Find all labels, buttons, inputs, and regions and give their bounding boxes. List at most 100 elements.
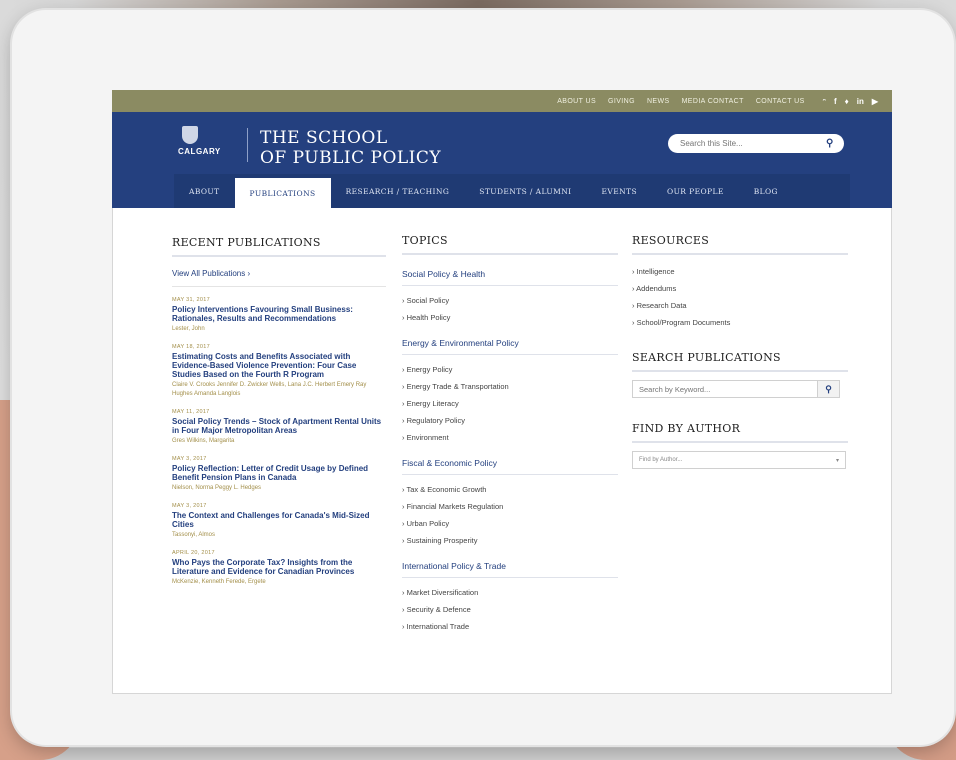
author-select[interactable]: Find by Author... ▾ — [632, 451, 846, 469]
logo-divider — [247, 128, 248, 162]
topic-link[interactable]: › Market Diversification — [402, 584, 618, 601]
publication-date: MAY 3, 2017 — [172, 456, 207, 462]
publication-date: APRIL 20, 2017 — [172, 550, 215, 556]
topic-link[interactable]: › Energy Literacy — [402, 395, 618, 412]
publication-date: MAY 18, 2017 — [172, 344, 210, 350]
publication-date: MAY 3, 2017 — [172, 503, 207, 509]
utility-bar: ABOUT US GIVING NEWS MEDIA CONTACT CONTA… — [112, 90, 892, 112]
resources-list: › Intelligence › Addendums › Research Da… — [632, 263, 848, 331]
resource-link[interactable]: › Research Data — [632, 297, 848, 314]
topic-heading-energy[interactable]: Energy & Environmental Policy — [402, 332, 618, 355]
nav-about[interactable]: ABOUT — [174, 174, 235, 208]
topic-link[interactable]: › Financial Markets Regulation — [402, 498, 618, 515]
nav-research-teaching[interactable]: RESEARCH / TEACHING — [331, 174, 465, 208]
recent-publications-title: RECENT PUBLICATIONS — [172, 208, 386, 257]
topic-link[interactable]: › Urban Policy — [402, 515, 618, 532]
search-publications-title: SEARCH PUBLICATIONS — [632, 341, 848, 372]
find-by-author-title: FIND BY AUTHOR — [632, 398, 848, 443]
publication-title[interactable]: Estimating Costs and Benefits Associated… — [172, 352, 386, 379]
author-select-value: Find by Author... — [639, 457, 683, 463]
search-icon[interactable]: ⚲ — [826, 138, 833, 149]
utility-link-contact[interactable]: CONTACT US — [756, 98, 805, 105]
publication-title[interactable]: Social Policy Trends – Stock of Apartmen… — [172, 417, 386, 435]
publication-authors[interactable]: McKenzie, Kenneth Ferede, Ergete — [172, 578, 386, 587]
school-title-line2[interactable]: OF PUBLIC POLICY — [260, 148, 441, 168]
publication-authors[interactable]: Gres Wilkins, Margarita — [172, 437, 386, 446]
publication-title[interactable]: Who Pays the Corporate Tax? Insights fro… — [172, 558, 386, 576]
topic-link[interactable]: › International Trade — [402, 618, 618, 635]
publication-item: MAY 3, 2017 The Context and Challenges f… — [172, 503, 386, 540]
utility-link-media-contact[interactable]: MEDIA CONTACT — [682, 98, 744, 105]
linkedin-icon[interactable]: in — [857, 97, 864, 106]
resource-link[interactable]: › Intelligence — [632, 263, 848, 280]
search-icon: ⚲ — [825, 383, 832, 394]
keyword-search-input[interactable] — [632, 380, 818, 398]
nav-blog[interactable]: BLOG — [739, 174, 793, 208]
publication-title[interactable]: Policy Reflection: Letter of Credit Usag… — [172, 464, 386, 482]
nav-events[interactable]: EVENTS — [587, 174, 652, 208]
publication-item: MAY 3, 2017 Policy Reflection: Letter of… — [172, 456, 386, 493]
social-icons: ᵔ f ♦ in ▶ — [823, 97, 878, 106]
resource-link[interactable]: › School/Program Documents — [632, 314, 848, 331]
topic-list: › Energy Policy › Energy Trade & Transpo… — [402, 361, 618, 446]
resources-title: RESOURCES — [632, 208, 848, 255]
publication-date: MAY 11, 2017 — [172, 409, 210, 415]
topics-column: TOPICS Social Policy & Health › Social P… — [402, 208, 618, 641]
twitter-icon[interactable]: ♦ — [845, 97, 849, 106]
utility-link-giving[interactable]: GIVING — [608, 98, 635, 105]
utility-link-news[interactable]: NEWS — [647, 98, 670, 105]
site-search-input[interactable] — [678, 138, 822, 149]
keyword-search: ⚲ — [632, 380, 848, 398]
tablet-frame: ABOUT US GIVING NEWS MEDIA CONTACT CONTA… — [12, 10, 954, 745]
topics-title: TOPICS — [402, 208, 618, 255]
publication-item: MAY 11, 2017 Social Policy Trends – Stoc… — [172, 409, 386, 446]
publication-authors[interactable]: Nielson, Norma Peggy L. Hedges — [172, 484, 386, 493]
site-header: CALGARY THE SCHOOL OF PUBLIC POLICY ⚲ — [112, 112, 892, 174]
nav-publications[interactable]: PUBLICATIONS — [234, 178, 331, 208]
resource-link[interactable]: › Addendums — [632, 280, 848, 297]
school-title-line1[interactable]: THE SCHOOL — [260, 128, 388, 148]
nav-our-people[interactable]: OUR PEOPLE — [652, 174, 739, 208]
topic-link[interactable]: › Regulatory Policy — [402, 412, 618, 429]
main-nav: ABOUT PUBLICATIONS RESEARCH / TEACHING S… — [112, 174, 892, 208]
utility-link-about[interactable]: ABOUT US — [557, 98, 596, 105]
tablet-screen: ABOUT US GIVING NEWS MEDIA CONTACT CONTA… — [112, 90, 892, 694]
publication-item: MAY 18, 2017 Estimating Costs and Benefi… — [172, 344, 386, 399]
nav-students-alumni[interactable]: STUDENTS / ALUMNI — [464, 174, 586, 208]
nav-bar: ABOUT PUBLICATIONS RESEARCH / TEACHING S… — [174, 174, 850, 208]
publication-title[interactable]: Policy Interventions Favouring Small Bus… — [172, 305, 386, 323]
topic-link[interactable]: › Social Policy — [402, 292, 618, 309]
publication-date: MAY 31, 2017 — [172, 297, 210, 303]
topic-link[interactable]: › Security & Defence — [402, 601, 618, 618]
topic-heading-fiscal[interactable]: Fiscal & Economic Policy — [402, 452, 618, 475]
topic-link[interactable]: › Sustaining Prosperity — [402, 532, 618, 549]
topic-link[interactable]: › Environment — [402, 429, 618, 446]
rss-icon[interactable]: ᵔ — [823, 97, 826, 106]
topic-link[interactable]: › Health Policy — [402, 309, 618, 326]
publication-authors[interactable]: Tassonyi, Almos — [172, 531, 386, 540]
keyword-search-button[interactable]: ⚲ — [818, 380, 840, 398]
topic-list: › Market Diversification › Security & De… — [402, 584, 618, 635]
publication-title[interactable]: The Context and Challenges for Canada's … — [172, 511, 386, 529]
site-search: ⚲ — [668, 134, 844, 153]
publication-authors[interactable]: Lester, John — [172, 325, 386, 334]
topic-heading-international[interactable]: International Policy & Trade — [402, 555, 618, 578]
topic-list: › Social Policy › Health Policy — [402, 292, 618, 326]
recent-publications-column: RECENT PUBLICATIONS View All Publication… — [172, 208, 386, 587]
page-content: RECENT PUBLICATIONS View All Publication… — [112, 208, 892, 694]
topic-link[interactable]: › Energy Trade & Transportation — [402, 378, 618, 395]
chevron-down-icon: ▾ — [835, 457, 839, 464]
crest-icon[interactable] — [182, 126, 198, 144]
topic-heading-social-policy[interactable]: Social Policy & Health — [402, 263, 618, 286]
university-name[interactable]: CALGARY — [178, 147, 221, 156]
topic-link[interactable]: › Tax & Economic Growth — [402, 481, 618, 498]
publication-authors[interactable]: Claire V. Crooks Jennifer D. Zwicker Wel… — [172, 381, 386, 399]
publication-item: APRIL 20, 2017 Who Pays the Corporate Ta… — [172, 550, 386, 587]
view-all-publications-link[interactable]: View All Publications › — [172, 265, 386, 287]
youtube-icon[interactable]: ▶ — [872, 97, 878, 106]
facebook-icon[interactable]: f — [834, 97, 837, 106]
resources-column: RESOURCES › Intelligence › Addendums › R… — [632, 208, 848, 469]
publication-item: MAY 31, 2017 Policy Interventions Favour… — [172, 297, 386, 334]
topic-list: › Tax & Economic Growth › Financial Mark… — [402, 481, 618, 549]
topic-link[interactable]: › Energy Policy — [402, 361, 618, 378]
